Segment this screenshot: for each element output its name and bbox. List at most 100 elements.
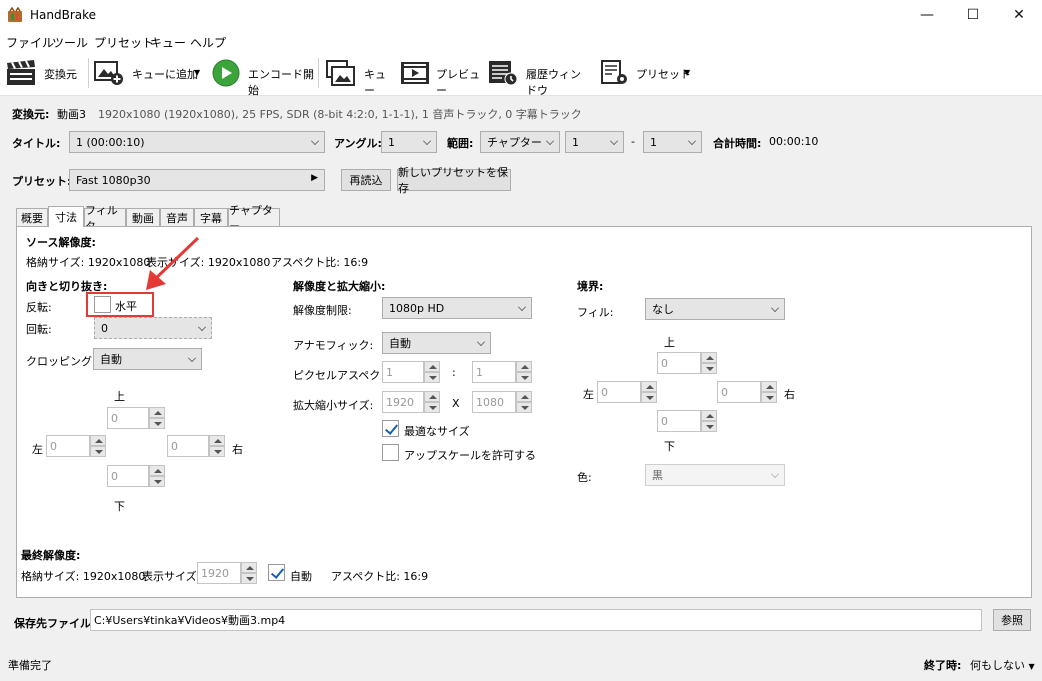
resolution-limit-select[interactable]: 1080p HD: [382, 297, 532, 319]
border-left-stepper[interactable]: [641, 381, 657, 403]
rotate-select[interactable]: 0: [94, 317, 212, 339]
save-new-preset-button[interactable]: 新しいプリセットを保存: [397, 166, 511, 195]
scaled-width-input[interactable]: 1920: [382, 391, 424, 413]
border-right-stepper[interactable]: [761, 381, 777, 403]
preset-label: プリセット:: [12, 175, 72, 188]
cropping-select[interactable]: 自動: [93, 348, 202, 370]
tab-subtitles[interactable]: 字幕: [194, 208, 228, 226]
optimal-size-checkbox[interactable]: [382, 420, 399, 437]
preview-button[interactable]: プレビュー: [398, 56, 482, 97]
chevron-down-icon: [688, 137, 696, 145]
crop-left-stepper[interactable]: [90, 435, 106, 457]
menu-help[interactable]: ヘルプ: [190, 34, 226, 51]
add-queue-icon: [94, 61, 123, 85]
crop-right-input[interactable]: 0: [167, 435, 209, 457]
final-display-width-input[interactable]: 1920: [197, 562, 241, 584]
chevron-down-icon[interactable]: ▼: [684, 68, 690, 77]
anamorphic-select[interactable]: 自動: [382, 332, 491, 354]
tab-video[interactable]: 動画: [126, 208, 160, 226]
crop-bottom-input[interactable]: 0: [107, 465, 149, 487]
range-start-select[interactable]: 1: [565, 131, 624, 153]
when-done-select[interactable]: 何もしない ▼: [970, 657, 1035, 673]
tab-dimensions[interactable]: 寸法: [48, 206, 84, 227]
border-color-value: 黒: [652, 469, 663, 482]
range-type-select[interactable]: チャプター: [480, 131, 560, 153]
final-resolution-title: 最終解像度:: [21, 549, 81, 562]
destination-label: 保存先ファイル:: [14, 617, 96, 630]
angle-select[interactable]: 1: [381, 131, 437, 153]
scaled-height-input[interactable]: 1080: [472, 391, 516, 413]
duration-value: 00:00:10: [769, 135, 819, 148]
activity-window-button[interactable]: 履歴ウィンドウ: [486, 56, 590, 97]
fill-select-value: なし: [652, 303, 674, 316]
add-to-queue-button[interactable]: キューに追加 ▼: [92, 56, 204, 90]
range-start-value: 1: [572, 135, 579, 149]
crop-top-input[interactable]: 0: [107, 407, 149, 429]
destination-path-input[interactable]: C:¥Users¥tinka¥Videos¥動画3.mp4: [90, 609, 982, 631]
final-display-width-stepper[interactable]: [241, 562, 257, 584]
crop-left-input[interactable]: 0: [46, 435, 90, 457]
crop-right-stepper[interactable]: [209, 435, 225, 457]
chevron-down-icon[interactable]: ▼: [194, 68, 200, 77]
source-storage-size: 格納サイズ: 1920x1080: [26, 256, 151, 269]
title-select[interactable]: 1 (00:00:10): [69, 131, 325, 153]
border-color-select[interactable]: 黒: [645, 464, 785, 486]
toolbar-separator: [88, 58, 89, 88]
final-auto-checkbox[interactable]: [268, 564, 285, 581]
resolution-title: 解像度と拡大縮小:: [293, 280, 386, 293]
title-bar: [0, 0, 1042, 30]
pixel-aspect-x-input[interactable]: 1: [382, 361, 424, 383]
range-label: 範囲:: [447, 137, 474, 150]
crop-top-stepper[interactable]: [149, 407, 165, 429]
fill-select[interactable]: なし: [645, 298, 785, 320]
border-color-label: 色:: [577, 471, 592, 484]
final-aspect: アスペクト比: 16:9: [331, 570, 429, 583]
queue-button[interactable]: キュー: [324, 56, 394, 97]
presets-icon: [601, 60, 627, 84]
border-bottom-input[interactable]: 0: [657, 410, 701, 432]
when-done-value: 何もしない: [970, 659, 1025, 672]
chevron-down-icon: [546, 137, 554, 145]
chevron-down-icon: ▼: [1028, 662, 1035, 671]
crop-right-label: 右: [232, 443, 243, 456]
menu-tools[interactable]: ツール: [52, 34, 88, 51]
minimize-button[interactable]: —: [904, 0, 950, 30]
menu-file[interactable]: ファイル: [6, 34, 54, 51]
presets-button[interactable]: プリセット ▼: [598, 56, 698, 90]
border-right-input[interactable]: 0: [717, 381, 761, 403]
crop-bottom-stepper[interactable]: [149, 465, 165, 487]
status-bar: [0, 648, 1042, 681]
rotate-label: 回転:: [26, 323, 52, 336]
preset-select[interactable]: Fast 1080p30 ▶: [69, 169, 325, 191]
border-top-input[interactable]: 0: [657, 352, 701, 374]
angle-label: アングル:: [334, 137, 382, 150]
allow-upscale-checkbox[interactable]: [382, 444, 399, 461]
menu-presets[interactable]: プリセット: [94, 34, 154, 51]
final-display-size-label: 表示サイズ:: [142, 570, 201, 583]
menu-queue[interactable]: キュー: [150, 34, 186, 51]
border-top-stepper[interactable]: [701, 352, 717, 374]
range-end-select[interactable]: 1: [643, 131, 702, 153]
maximize-button[interactable]: ☐: [950, 0, 996, 30]
browse-button[interactable]: 参照: [993, 609, 1031, 631]
scaled-height-stepper[interactable]: [516, 391, 532, 413]
activity-log-icon: [489, 61, 518, 86]
tab-chapters[interactable]: チャプター: [228, 204, 280, 233]
close-button[interactable]: ✕: [996, 0, 1042, 30]
allow-upscale-label: アップスケールを許可する: [404, 449, 536, 462]
reload-preset-button[interactable]: 再読込: [341, 169, 391, 191]
source-button[interactable]: 変換元: [4, 56, 82, 90]
chevron-down-icon: [610, 137, 618, 145]
tab-audio[interactable]: 音声: [160, 208, 194, 226]
pixel-aspect-x-stepper[interactable]: [424, 361, 440, 383]
border-left-input[interactable]: 0: [597, 381, 641, 403]
border-bottom-stepper[interactable]: [701, 410, 717, 432]
border-left-label: 左: [583, 388, 594, 401]
scaled-width-stepper[interactable]: [424, 391, 440, 413]
pixel-aspect-y-input[interactable]: 1: [472, 361, 516, 383]
tab-summary[interactable]: 概要: [16, 208, 48, 226]
tab-filters[interactable]: フィルタ: [84, 204, 126, 233]
pixel-aspect-y-stepper[interactable]: [516, 361, 532, 383]
toolbar-separator: [318, 58, 319, 88]
start-encode-button[interactable]: エンコード開始: [210, 56, 316, 97]
